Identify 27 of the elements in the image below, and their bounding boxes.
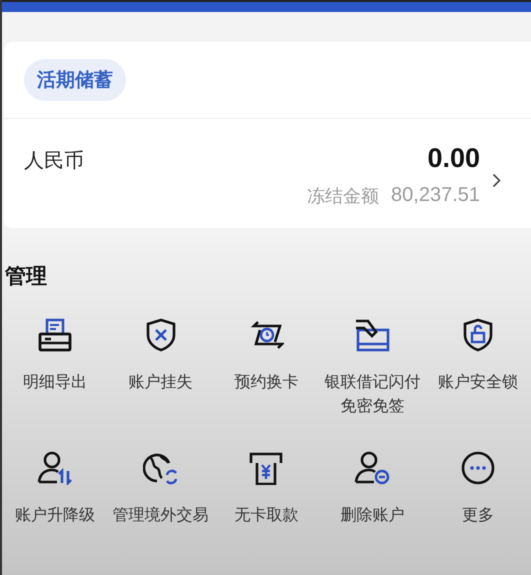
action-label[interactable]: 预约换卡 <box>218 370 314 394</box>
action-label[interactable]: 账户升降级 <box>6 503 103 527</box>
action-label[interactable]: 无卡取款 <box>218 503 314 527</box>
currency-label: 人民币 <box>24 147 85 174</box>
section-title: 管理 <box>5 263 48 290</box>
chevron-right-icon <box>492 173 501 188</box>
printer-icon[interactable] <box>36 318 73 352</box>
globe-refresh-icon[interactable] <box>142 451 179 485</box>
shield-x-icon[interactable] <box>144 318 177 352</box>
shield-lock-icon[interactable] <box>462 318 494 352</box>
action-label[interactable]: 管理境外交易 <box>112 503 209 527</box>
balance-amount: 0.00 <box>427 143 480 174</box>
action-label[interactable]: 删除账户 <box>324 503 420 527</box>
action-label[interactable]: 账户挂失 <box>112 370 209 394</box>
user-arrows-icon[interactable] <box>36 451 73 485</box>
more-icon[interactable] <box>461 451 496 485</box>
action-label[interactable]: 银联借记闪付免密免签 <box>324 370 420 418</box>
frozen-amount: 80,237.51 <box>391 184 480 208</box>
action-label[interactable]: 明细导出 <box>6 370 103 394</box>
cash-slot-icon[interactable] <box>248 451 284 485</box>
user-minus-icon[interactable] <box>354 451 390 485</box>
account-type-tag: 活期储蓄 <box>24 59 126 101</box>
action-label[interactable]: 更多 <box>430 503 526 527</box>
card-hand-icon[interactable] <box>354 318 390 352</box>
action-label[interactable]: 账户安全锁 <box>430 370 526 394</box>
currency-row[interactable]: 人民币 0.00 冻结金额 80,237.51 <box>4 119 531 228</box>
frozen-label: 冻结金额 <box>307 185 380 208</box>
